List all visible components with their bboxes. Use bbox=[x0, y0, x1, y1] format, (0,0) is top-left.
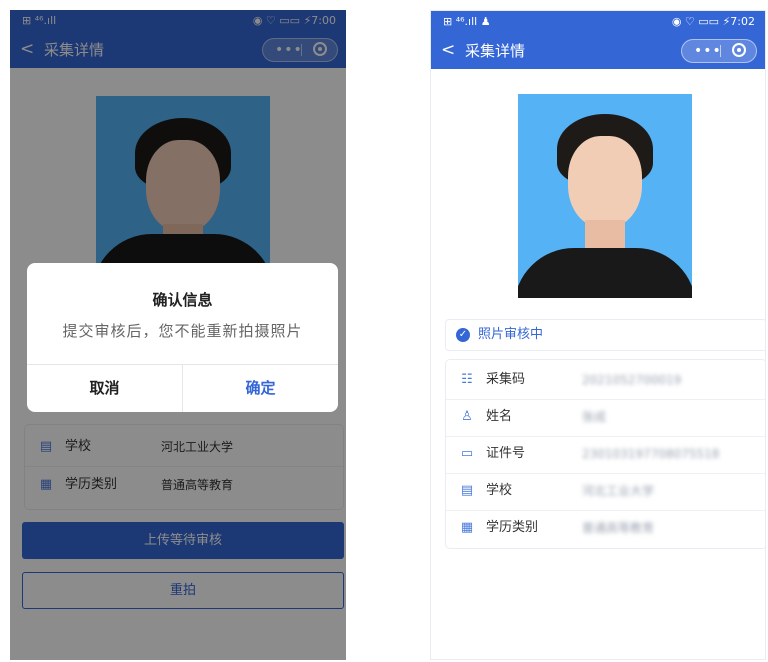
row-label: 学校 bbox=[486, 483, 513, 498]
row-value: 2021052700019 bbox=[582, 373, 682, 387]
row-label: 证件号 bbox=[486, 446, 526, 461]
dialog-actions: 取消 确定 bbox=[27, 364, 338, 412]
phone-screen-right: ⊞ ⁴⁶.ıll ♟ ◉ ♡ ▭▭ ⚡7:02 < 采集详情 ••• ✓ 照片审… bbox=[430, 10, 766, 660]
info-row: ▤ 学校 河北工业大学 bbox=[446, 473, 765, 511]
info-row: ☷ 采集码 2021052700019 bbox=[446, 362, 765, 400]
row-label: 学历类别 bbox=[486, 520, 539, 535]
row-value: 普通高等教育 bbox=[582, 521, 655, 535]
id-card-icon: ▭ bbox=[460, 446, 474, 461]
row-value: 230103197708075518 bbox=[582, 447, 720, 461]
battery-time: ◉ ♡ ▭▭ ⚡7:02 bbox=[671, 15, 755, 28]
review-status-badge: ✓ 照片审核中 bbox=[445, 319, 765, 351]
info-row: ▭ 证件号 230103197708075518 bbox=[446, 436, 765, 474]
row-label: 采集码 bbox=[486, 372, 526, 387]
photo-shirt bbox=[518, 248, 692, 298]
confirm-button[interactable]: 确定 bbox=[183, 365, 338, 412]
row-value: 张成 bbox=[582, 410, 607, 424]
nav-bar: < 采集详情 ••• bbox=[431, 33, 765, 69]
info-card: ☷ 采集码 2021052700019 ♙ 姓名 张成 ▭ 证件号 230103… bbox=[445, 359, 765, 549]
row-label: 姓名 bbox=[486, 409, 513, 424]
back-icon[interactable]: < bbox=[441, 40, 455, 60]
capsule-divider bbox=[720, 45, 721, 57]
phone-screen-left: ⊞ ⁴⁶.ıll ◉ ♡ ▭▭ ⚡7:00 < 采集详情 ••• ▤ 学校 河北… bbox=[10, 10, 346, 660]
confirm-dialog: 确认信息 提交审核后，您不能重新拍摄照片 取消 确定 bbox=[27, 263, 338, 412]
id-photo bbox=[518, 94, 692, 298]
more-icon[interactable]: ••• bbox=[694, 42, 722, 60]
row-value: 河北工业大学 bbox=[582, 484, 655, 498]
mini-program-capsule: ••• bbox=[681, 39, 757, 63]
photo-face bbox=[568, 136, 642, 228]
review-status-text: 照片审核中 bbox=[478, 327, 544, 342]
category-icon: ▦ bbox=[460, 520, 474, 535]
signal-indicators: ⊞ ⁴⁶.ıll ♟ bbox=[443, 15, 491, 28]
info-row: ▦ 学历类别 普通高等教育 bbox=[446, 510, 765, 547]
close-target-icon[interactable] bbox=[732, 43, 746, 57]
check-circle-icon: ✓ bbox=[456, 328, 470, 342]
school-icon: ▤ bbox=[460, 483, 474, 498]
dialog-title: 确认信息 bbox=[152, 291, 213, 309]
page-title: 采集详情 bbox=[465, 42, 526, 60]
person-icon: ♙ bbox=[461, 409, 473, 424]
cancel-button[interactable]: 取消 bbox=[27, 365, 182, 412]
dialog-message: 提交审核后，您不能重新拍摄照片 bbox=[62, 322, 303, 340]
status-bar: ⊞ ⁴⁶.ıll ♟ ◉ ♡ ▭▭ ⚡7:02 bbox=[431, 11, 765, 33]
info-row: ♙ 姓名 张成 bbox=[446, 399, 765, 437]
barcode-icon: ☷ bbox=[461, 372, 473, 387]
